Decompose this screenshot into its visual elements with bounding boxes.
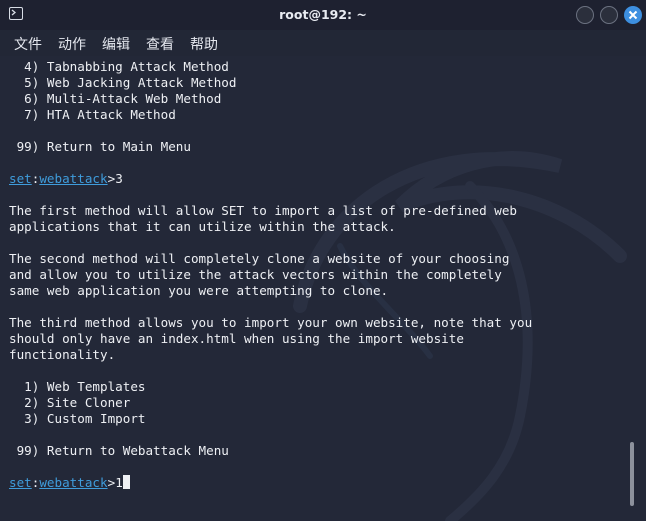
- terminal-line: The second method will completely clone …: [9, 251, 510, 266]
- menu-file[interactable]: 文件: [14, 34, 42, 54]
- terminal-line: and allow you to utilize the attack vect…: [9, 267, 502, 282]
- terminal-line: 1) Web Templates: [9, 379, 146, 394]
- prompt-line: set:webattack>3: [9, 171, 532, 187]
- terminal-line: functionality.: [9, 347, 116, 362]
- terminal-line: should only have an index.html when usin…: [9, 331, 464, 346]
- terminal-line: 5) Web Jacking Attack Method: [9, 75, 237, 90]
- window-title: root@192: ~: [279, 7, 367, 22]
- prompt-set: set: [9, 475, 32, 490]
- text-cursor: [122, 475, 130, 489]
- scrollbar-thumb[interactable]: [630, 442, 634, 506]
- prompt-input: 3: [115, 171, 123, 186]
- terminal-line: 2) Site Cloner: [9, 395, 131, 410]
- close-icon: [628, 10, 638, 20]
- terminal-line: 3) Custom Import: [9, 411, 146, 426]
- terminal-line: applications that it can utilize within …: [9, 219, 396, 234]
- prompt-set: set: [9, 171, 32, 186]
- menu-bar: 文件 动作 编辑 查看 帮助: [0, 30, 646, 56]
- terminal-line: 6) Multi-Attack Web Method: [9, 91, 222, 106]
- terminal-line: 7) HTA Attack Method: [9, 107, 176, 122]
- prompt-line: set:webattack>1: [9, 475, 532, 491]
- prompt-input: 1: [115, 475, 123, 490]
- minimize-button[interactable]: [576, 6, 594, 24]
- menu-edit[interactable]: 编辑: [102, 34, 130, 54]
- terminal-lines: 4) Tabnabbing Attack Method 5) Web Jacki…: [9, 59, 532, 491]
- terminal-line: 99) Return to Main Menu: [9, 139, 191, 154]
- title-bar[interactable]: root@192: ~: [0, 0, 646, 30]
- terminal-window: root@192: ~ 文件 动作 编辑 查看 帮助 4) Tabnabbing…: [0, 0, 646, 521]
- terminal-output[interactable]: 4) Tabnabbing Attack Method 5) Web Jacki…: [0, 56, 646, 521]
- prompt-module: webattack: [39, 171, 108, 186]
- maximize-button[interactable]: [600, 6, 618, 24]
- menu-view[interactable]: 查看: [146, 34, 174, 54]
- menu-help[interactable]: 帮助: [190, 34, 218, 54]
- terminal-line: 4) Tabnabbing Attack Method: [9, 59, 229, 74]
- menu-actions[interactable]: 动作: [58, 34, 86, 54]
- terminal-line: The first method will allow SET to impor…: [9, 203, 517, 218]
- terminal-line: 99) Return to Webattack Menu: [9, 443, 229, 458]
- close-button[interactable]: [624, 6, 642, 24]
- prompt-module: webattack: [39, 475, 108, 490]
- terminal-line: The third method allows you to import yo…: [9, 315, 533, 330]
- terminal-line: same web application you were attempting…: [9, 283, 389, 298]
